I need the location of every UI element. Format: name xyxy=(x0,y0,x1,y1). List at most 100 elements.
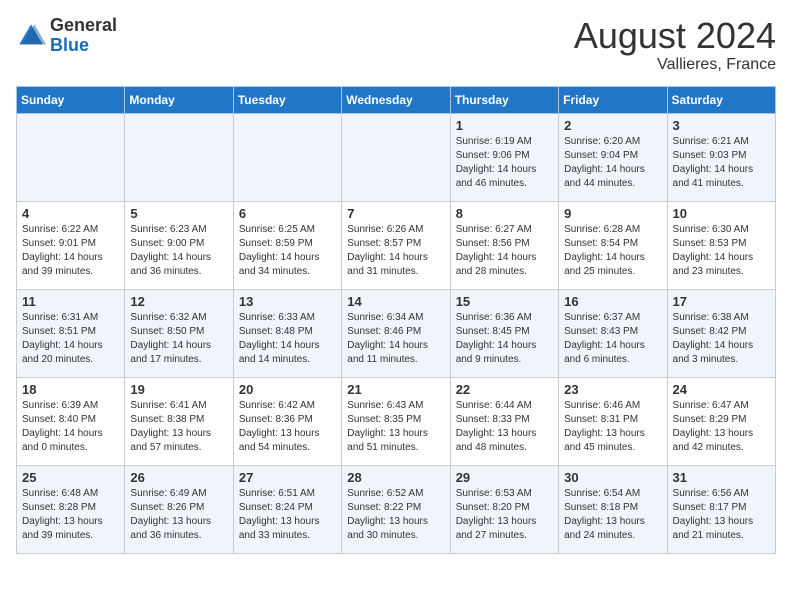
day-number: 26 xyxy=(130,470,227,485)
month-year-title: August 2024 xyxy=(574,16,776,56)
calendar-cell: 13 Sunrise: 6:33 AM Sunset: 8:48 PM Dayli… xyxy=(233,289,341,377)
page-header: General Blue August 2024 Vallieres, Fran… xyxy=(16,16,776,74)
header-day-saturday: Saturday xyxy=(667,86,775,113)
calendar-cell: 3 Sunrise: 6:21 AM Sunset: 9:03 PM Daylig… xyxy=(667,113,775,201)
cell-info: Sunrise: 6:44 AM Sunset: 8:33 PM Dayligh… xyxy=(456,399,553,455)
cell-info: Sunrise: 6:48 AM Sunset: 8:28 PM Dayligh… xyxy=(22,487,119,543)
cell-info: Sunrise: 6:20 AM Sunset: 9:04 PM Dayligh… xyxy=(564,135,661,191)
calendar-cell: 28 Sunrise: 6:52 AM Sunset: 8:22 PM Dayli… xyxy=(342,465,450,553)
day-number: 27 xyxy=(239,470,336,485)
calendar-cell: 11Sunrise: 6:31 AM Sunset: 8:51 PM Dayli… xyxy=(17,289,125,377)
calendar-week-row: 11Sunrise: 6:31 AM Sunset: 8:51 PM Dayli… xyxy=(17,289,776,377)
header-day-tuesday: Tuesday xyxy=(233,86,341,113)
cell-info: Sunrise: 6:37 AM Sunset: 8:43 PM Dayligh… xyxy=(564,311,661,367)
day-number: 21 xyxy=(347,382,444,397)
calendar-cell: 1Sunrise: 6:19 AM Sunset: 9:06 PM Daylig… xyxy=(450,113,558,201)
calendar-cell: 26Sunrise: 6:49 AM Sunset: 8:26 PM Dayli… xyxy=(125,465,233,553)
cell-info: Sunrise: 6:52 AM Sunset: 8:22 PM Dayligh… xyxy=(347,487,444,543)
day-number: 15 xyxy=(456,294,553,309)
cell-info: Sunrise: 6:19 AM Sunset: 9:06 PM Dayligh… xyxy=(456,135,553,191)
calendar-cell: 30 Sunrise: 6:54 AM Sunset: 8:18 PM Dayli… xyxy=(559,465,667,553)
cell-info: Sunrise: 6:23 AM Sunset: 9:00 PM Dayligh… xyxy=(130,223,227,279)
calendar-week-row: 1Sunrise: 6:19 AM Sunset: 9:06 PM Daylig… xyxy=(17,113,776,201)
day-number: 29 xyxy=(456,470,553,485)
calendar-cell: 22 Sunrise: 6:44 AM Sunset: 8:33 PM Dayli… xyxy=(450,377,558,465)
logo: General Blue xyxy=(16,16,117,56)
cell-info: Sunrise: 6:51 AM Sunset: 8:24 PM Dayligh… xyxy=(239,487,336,543)
day-number: 20 xyxy=(239,382,336,397)
calendar-cell: 18Sunrise: 6:39 AM Sunset: 8:40 PM Dayli… xyxy=(17,377,125,465)
header-day-thursday: Thursday xyxy=(450,86,558,113)
cell-info: Sunrise: 6:47 AM Sunset: 8:29 PM Dayligh… xyxy=(673,399,770,455)
calendar-cell: 17Sunrise: 6:38 AM Sunset: 8:42 PM Dayli… xyxy=(667,289,775,377)
day-number: 22 xyxy=(456,382,553,397)
logo-blue-text: Blue xyxy=(50,35,89,55)
calendar-cell: 19 Sunrise: 6:41 AM Sunset: 8:38 PM Dayli… xyxy=(125,377,233,465)
day-number: 19 xyxy=(130,382,227,397)
calendar-cell: 14Sunrise: 6:34 AM Sunset: 8:46 PM Dayli… xyxy=(342,289,450,377)
cell-info: Sunrise: 6:36 AM Sunset: 8:45 PM Dayligh… xyxy=(456,311,553,367)
day-number: 24 xyxy=(673,382,770,397)
calendar-cell: 9 Sunrise: 6:28 AM Sunset: 8:54 PM Daylig… xyxy=(559,201,667,289)
day-number: 5 xyxy=(130,206,227,221)
title-block: August 2024 Vallieres, France xyxy=(574,16,776,74)
header-day-monday: Monday xyxy=(125,86,233,113)
day-number: 9 xyxy=(564,206,661,221)
day-number: 11 xyxy=(22,294,119,309)
day-number: 23 xyxy=(564,382,661,397)
cell-info: Sunrise: 6:28 AM Sunset: 8:54 PM Dayligh… xyxy=(564,223,661,279)
day-number: 31 xyxy=(673,470,770,485)
calendar-body: 1Sunrise: 6:19 AM Sunset: 9:06 PM Daylig… xyxy=(17,113,776,553)
cell-info: Sunrise: 6:30 AM Sunset: 8:53 PM Dayligh… xyxy=(673,223,770,279)
header-day-wednesday: Wednesday xyxy=(342,86,450,113)
cell-info: Sunrise: 6:22 AM Sunset: 9:01 PM Dayligh… xyxy=(22,223,119,279)
calendar-cell: 25 Sunrise: 6:48 AM Sunset: 8:28 PM Dayli… xyxy=(17,465,125,553)
calendar-cell: 29 Sunrise: 6:53 AM Sunset: 8:20 PM Dayli… xyxy=(450,465,558,553)
cell-info: Sunrise: 6:27 AM Sunset: 8:56 PM Dayligh… xyxy=(456,223,553,279)
day-number: 7 xyxy=(347,206,444,221)
header-day-sunday: Sunday xyxy=(17,86,125,113)
day-number: 4 xyxy=(22,206,119,221)
calendar-cell: 5 Sunrise: 6:23 AM Sunset: 9:00 PM Daylig… xyxy=(125,201,233,289)
calendar-cell: 8Sunrise: 6:27 AM Sunset: 8:56 PM Daylig… xyxy=(450,201,558,289)
cell-info: Sunrise: 6:33 AM Sunset: 8:48 PM Dayligh… xyxy=(239,311,336,367)
header-day-friday: Friday xyxy=(559,86,667,113)
calendar-cell: 24 Sunrise: 6:47 AM Sunset: 8:29 PM Dayli… xyxy=(667,377,775,465)
calendar-cell xyxy=(233,113,341,201)
calendar-week-row: 25 Sunrise: 6:48 AM Sunset: 8:28 PM Dayli… xyxy=(17,465,776,553)
calendar-cell: 27 Sunrise: 6:51 AM Sunset: 8:24 PM Dayli… xyxy=(233,465,341,553)
day-number: 30 xyxy=(564,470,661,485)
cell-info: Sunrise: 6:39 AM Sunset: 8:40 PM Dayligh… xyxy=(22,399,119,455)
day-number: 3 xyxy=(673,118,770,133)
cell-info: Sunrise: 6:56 AM Sunset: 8:17 PM Dayligh… xyxy=(673,487,770,543)
cell-info: Sunrise: 6:53 AM Sunset: 8:20 PM Dayligh… xyxy=(456,487,553,543)
calendar-cell xyxy=(125,113,233,201)
calendar-cell: 15 Sunrise: 6:36 AM Sunset: 8:45 PM Dayli… xyxy=(450,289,558,377)
day-number: 10 xyxy=(673,206,770,221)
day-number: 6 xyxy=(239,206,336,221)
day-number: 25 xyxy=(22,470,119,485)
calendar-cell: 31 Sunrise: 6:56 AM Sunset: 8:17 PM Dayli… xyxy=(667,465,775,553)
calendar-cell: 23Sunrise: 6:46 AM Sunset: 8:31 PM Dayli… xyxy=(559,377,667,465)
day-number: 28 xyxy=(347,470,444,485)
cell-info: Sunrise: 6:42 AM Sunset: 8:36 PM Dayligh… xyxy=(239,399,336,455)
calendar-cell: 4 Sunrise: 6:22 AM Sunset: 9:01 PM Daylig… xyxy=(17,201,125,289)
calendar-cell xyxy=(342,113,450,201)
day-number: 13 xyxy=(239,294,336,309)
calendar-cell: 20 Sunrise: 6:42 AM Sunset: 8:36 PM Dayli… xyxy=(233,377,341,465)
logo-icon xyxy=(16,21,46,51)
cell-info: Sunrise: 6:54 AM Sunset: 8:18 PM Dayligh… xyxy=(564,487,661,543)
day-number: 12 xyxy=(130,294,227,309)
cell-info: Sunrise: 6:38 AM Sunset: 8:42 PM Dayligh… xyxy=(673,311,770,367)
calendar-table: SundayMondayTuesdayWednesdayThursdayFrid… xyxy=(16,86,776,554)
calendar-cell: 10 Sunrise: 6:30 AM Sunset: 8:53 PM Dayli… xyxy=(667,201,775,289)
day-number: 14 xyxy=(347,294,444,309)
calendar-week-row: 18Sunrise: 6:39 AM Sunset: 8:40 PM Dayli… xyxy=(17,377,776,465)
logo-general-text: General xyxy=(50,15,117,35)
location-subtitle: Vallieres, France xyxy=(574,56,776,74)
cell-info: Sunrise: 6:32 AM Sunset: 8:50 PM Dayligh… xyxy=(130,311,227,367)
cell-info: Sunrise: 6:21 AM Sunset: 9:03 PM Dayligh… xyxy=(673,135,770,191)
cell-info: Sunrise: 6:41 AM Sunset: 8:38 PM Dayligh… xyxy=(130,399,227,455)
calendar-header-row: SundayMondayTuesdayWednesdayThursdayFrid… xyxy=(17,86,776,113)
day-number: 2 xyxy=(564,118,661,133)
